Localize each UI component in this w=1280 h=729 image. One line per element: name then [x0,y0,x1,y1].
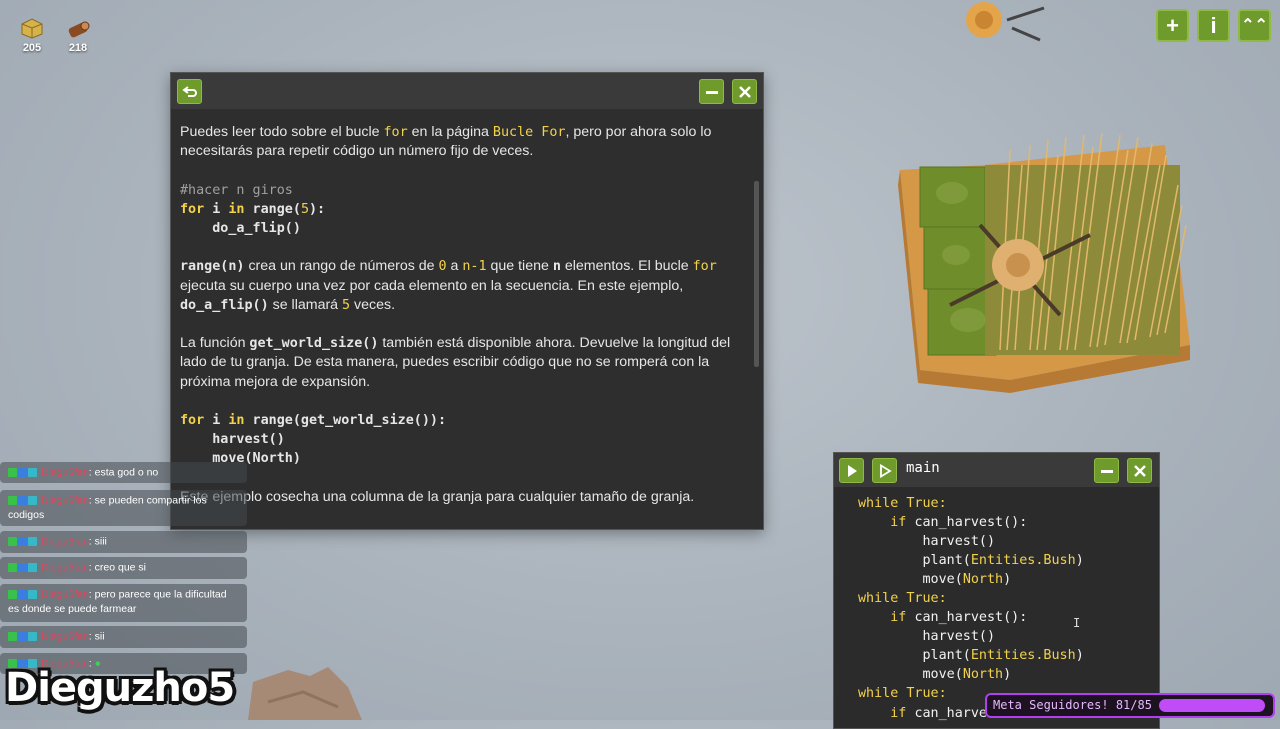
hay-bale-icon [21,18,43,39]
farm-grid [898,132,1190,393]
play-icon [847,465,857,477]
follower-goal-progress [1159,699,1265,712]
chat-badges-icon [8,629,38,644]
text-cursor-icon: I [1073,616,1081,630]
editor-code-area[interactable]: while True: if can_harvest(): harvest() … [858,494,1084,723]
chat-badges-icon [8,465,38,480]
upgrades-button[interactable]: ⌃⌃ [1238,9,1271,42]
doc-paragraph-2: range(n) crea un rango de números de 0 a… [180,258,717,313]
chat-message: Diegu5fan: sii [0,626,247,648]
code-line[interactable]: plant(Entities.Bush) [858,551,1084,570]
chat-message: Diegu5fan: se pueden compartir los codig… [0,490,247,527]
chat-badges-icon [8,560,38,575]
code-line[interactable]: move(North) [858,665,1084,684]
chat-username[interactable]: Diegu5fan [38,630,89,642]
minimize-icon [705,91,718,94]
documentation-window: Puedes leer todo sobre el bucle for en l… [170,72,764,530]
close-icon [738,86,751,98]
doc-paragraph-3: La función get_world_size() también está… [180,335,731,390]
close-icon [1133,465,1146,477]
code-line[interactable]: harvest() [858,532,1084,551]
documentation-titlebar[interactable] [171,73,763,109]
chat-text: : siii [88,535,107,548]
run-button[interactable] [839,458,864,483]
chat-text: : sii [88,630,105,643]
chat-text: : creo que si [88,561,146,574]
chat-username[interactable]: Diegu5fan [38,588,89,600]
doc-paragraph-1: Puedes leer todo sobre el bucle for en l… [180,124,712,160]
doc-scrollbar[interactable] [754,181,759,367]
back-arrow-icon [181,86,197,97]
add-button[interactable]: + [1156,9,1189,42]
streamer-logo: Dieguzho5 [5,665,235,711]
wood-resource: 218 [58,16,98,54]
doc-paragraph-4: Este ejemplo cosecha una columna de la g… [180,488,695,505]
code-line[interactable]: move(North) [858,570,1084,589]
code-line[interactable]: harvest() [858,627,1084,646]
editor-close-button[interactable] [1127,458,1152,483]
code-line[interactable]: if can_harvest(): [858,513,1084,532]
follower-goal-bar: Meta Seguidores! 81/85 [985,693,1275,718]
hay-resource: 205 [12,16,52,54]
hay-count: 205 [22,42,42,54]
documentation-content: Puedes leer todo sobre el bucle for en l… [180,123,745,526]
minimize-icon [1100,470,1113,473]
editor-minimize-button[interactable] [1094,458,1119,483]
close-button[interactable] [732,79,757,104]
chat-message: Diegu5fan: pero parece que la dificultad… [0,584,247,622]
code-example-1: #hacer n giros for i in range(5): do_a_f… [180,182,326,236]
chat-badges-icon [8,587,38,602]
play-outline-icon [879,463,892,479]
wood-count: 218 [68,42,88,54]
chat-message: Diegu5fan: creo que si [0,557,247,579]
chat-badges-icon [8,493,38,508]
code-line[interactable]: while True: [858,589,1084,608]
chat-message: Diegu5fan: esta god o no [0,462,247,484]
info-button[interactable]: i [1197,9,1230,42]
code-editor-window: main while True: if can_harvest(): harve… [833,452,1160,729]
chat-username[interactable]: Diegu5fan [38,494,89,506]
chat-username[interactable]: Diegu5fan [38,535,89,547]
doc-link[interactable]: Bucle For [493,125,566,140]
chat-message: Diegu5fan: siii [0,531,247,553]
drone-icon [966,2,1045,42]
chat-username[interactable]: Diegu5fan [38,466,89,478]
rock-icon [248,667,362,720]
wood-log-icon [68,21,90,38]
code-line[interactable]: plant(Entities.Bush) [858,646,1084,665]
inline-code: for [383,125,408,140]
chat-username[interactable]: Diegu5fan [38,561,89,573]
follower-goal-label: Meta Seguidores! 81/85 [993,698,1152,712]
minimize-button[interactable] [699,79,724,104]
code-line[interactable]: while True: [858,494,1084,513]
step-button[interactable] [872,458,897,483]
chat-badges-icon [8,534,38,549]
back-button[interactable] [177,79,202,104]
editor-title: main [906,460,940,476]
code-example-2: for i in range(get_world_size()): harves… [180,412,447,467]
code-line[interactable]: if can_harvest(): [858,608,1084,627]
chat-text: : esta god o no [88,466,159,479]
